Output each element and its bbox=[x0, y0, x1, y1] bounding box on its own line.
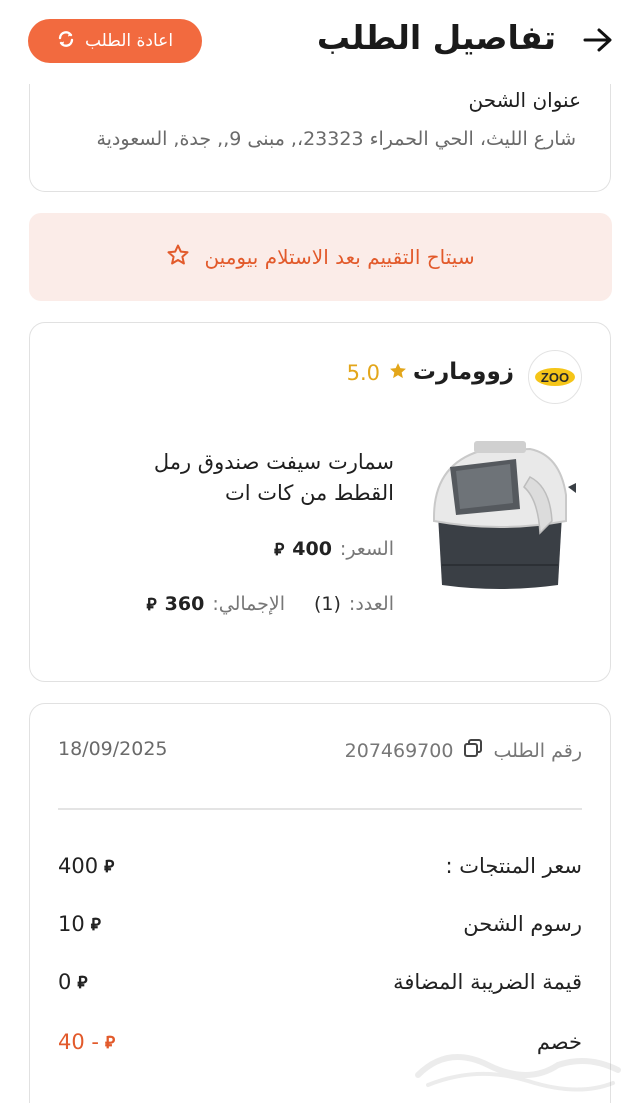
summary-line-vat: قيمة الضريبة المضافة ⃁ 0 bbox=[58, 970, 582, 1004]
star-filled-icon bbox=[388, 361, 408, 385]
watermark-logo bbox=[408, 1035, 628, 1099]
reorder-label: اعادة الطلب bbox=[84, 31, 174, 51]
riyal-icon: ⃁ bbox=[274, 540, 285, 560]
summary-line-label: رسوم الشحن bbox=[463, 912, 582, 936]
refresh-icon bbox=[57, 30, 75, 53]
arrow-right-icon[interactable] bbox=[580, 22, 616, 58]
total-value: 360 bbox=[164, 593, 205, 615]
riyal-icon: ⃁ bbox=[105, 1033, 116, 1053]
price-label: السعر: bbox=[339, 538, 394, 560]
quantity-row: العدد: (1) bbox=[314, 593, 394, 615]
product-image[interactable] bbox=[420, 437, 580, 597]
riyal-icon: ⃁ bbox=[146, 595, 157, 615]
riyal-icon: ⃁ bbox=[90, 915, 101, 935]
summary-line-value: ⃁ 10 bbox=[58, 912, 101, 936]
summary-line-value: ⃁ - 40 bbox=[58, 1030, 115, 1054]
summary-line-shipping: رسوم الشحن ⃁ 10 bbox=[58, 912, 582, 946]
rating-notice: سيتاح التقييم بعد الاستلام بيومين bbox=[29, 213, 612, 301]
quantity-value: (1) bbox=[313, 593, 341, 615]
address-text: شارع الليث، الحي الحمراء 23323،, مبنى 9,… bbox=[96, 128, 576, 150]
reorder-button[interactable]: اعادة الطلب bbox=[28, 19, 202, 63]
store-name[interactable]: زوومارت bbox=[413, 359, 514, 385]
copy-icon[interactable] bbox=[463, 738, 483, 763]
riyal-icon: ⃁ bbox=[104, 857, 115, 877]
total-label: الإجمالي: bbox=[212, 593, 285, 615]
store-rating: 5.0 bbox=[347, 361, 408, 385]
summary-line-label: سعر المنتجات : bbox=[445, 854, 582, 878]
order-number: 207469700 bbox=[344, 739, 454, 762]
price-row: السعر: 400 ⃁ bbox=[274, 538, 394, 560]
summary-line-amount: 400 bbox=[58, 854, 99, 878]
notice-text: سيتاح التقييم بعد الاستلام بيومين bbox=[204, 245, 475, 269]
order-number-row[interactable]: رقم الطلب 207469700 bbox=[345, 738, 582, 763]
address-title: عنوان الشحن bbox=[468, 88, 581, 112]
store-logo[interactable]: ZOO bbox=[528, 350, 582, 404]
summary-line-value: ⃁ 0 bbox=[58, 970, 87, 994]
page-title: تفاصيل الطلب bbox=[316, 18, 556, 57]
order-date: 18/09/2025 bbox=[58, 738, 168, 760]
divider bbox=[58, 808, 582, 810]
quantity-label: العدد: bbox=[348, 593, 394, 615]
riyal-icon: ⃁ bbox=[77, 973, 88, 993]
total-row: الإجمالي: 360 ⃁ bbox=[147, 593, 285, 615]
star-outline-icon bbox=[166, 243, 190, 272]
product-card[interactable]: ZOO زوومارت 5.0 سمارت سيفت صندوق رمل الق… bbox=[29, 322, 611, 682]
summary-line-value: ⃁ 400 bbox=[58, 854, 114, 878]
summary-line-amount: 0 bbox=[58, 970, 72, 994]
summary-line-label: قيمة الضريبة المضافة bbox=[393, 970, 582, 994]
summary-line-amount: 10 bbox=[58, 912, 85, 936]
order-number-label: رقم الطلب bbox=[493, 739, 582, 762]
rating-value: 5.0 bbox=[346, 361, 380, 385]
summary-line-products: سعر المنتجات : ⃁ 400 bbox=[58, 854, 582, 888]
product-name[interactable]: سمارت سيفت صندوق رمل القطط من كات ات bbox=[94, 447, 394, 509]
app-header: تفاصيل الطلب اعادة الطلب bbox=[0, 0, 640, 84]
summary-line-amount: - 40 bbox=[58, 1030, 99, 1054]
price-value: 400 bbox=[292, 538, 332, 560]
store-logo-text: ZOO bbox=[541, 370, 569, 385]
